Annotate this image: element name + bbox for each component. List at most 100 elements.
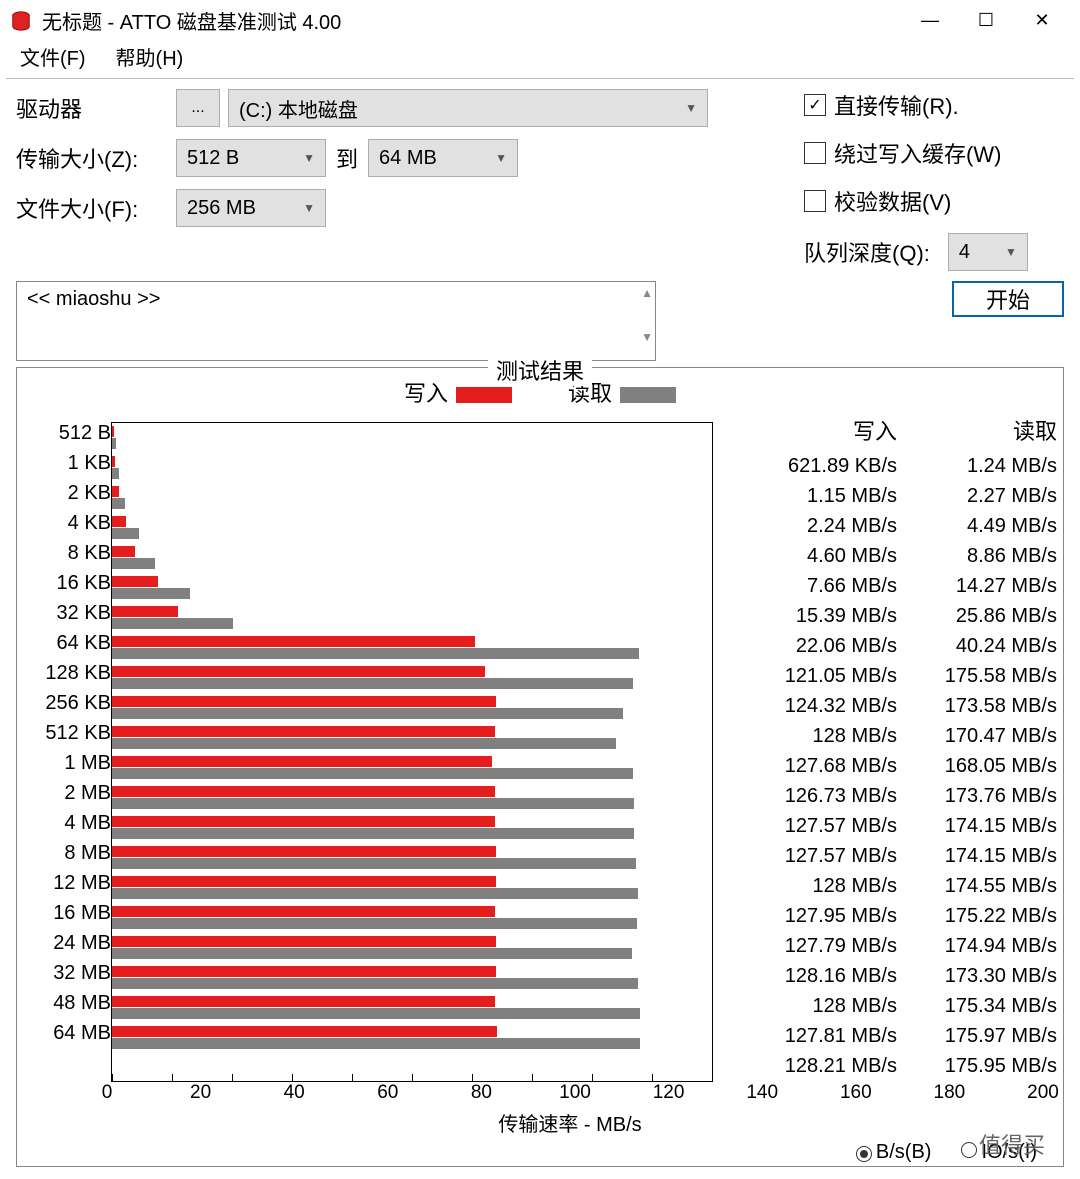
write-bar [112, 756, 492, 767]
read-bar [112, 978, 638, 989]
y-tick-label: 4 MB [27, 812, 111, 842]
minimize-button[interactable]: — [902, 1, 958, 41]
read-value: 175.34 MB/s [897, 992, 1057, 1022]
y-tick-label: 24 MB [27, 932, 111, 962]
read-bar [112, 858, 636, 869]
bypass-cache-checkbox[interactable]: 绕过写入缓存(W) [804, 137, 1064, 169]
direct-io-checkbox[interactable]: ✓直接传输(R). [804, 89, 1064, 121]
bar-row [112, 423, 712, 453]
bar-row [112, 483, 712, 513]
write-swatch [456, 387, 512, 403]
menu-help[interactable]: 帮助(H) [116, 42, 184, 71]
write-value: 127.57 MB/s [727, 842, 897, 872]
write-bar [112, 426, 114, 437]
drive-select[interactable]: (C:) 本地磁盘▼ [228, 89, 708, 127]
transfer-size-from[interactable]: 512 B▼ [176, 139, 326, 177]
write-value: 22.06 MB/s [727, 632, 897, 662]
y-tick-label: 48 MB [27, 992, 111, 1022]
read-bar [112, 888, 638, 899]
description-textarea[interactable]: << miaoshu >> ▲▼ [16, 281, 656, 361]
menu-file[interactable]: 文件(F) [20, 42, 86, 71]
units-bs-radio[interactable]: B/s(B) [856, 1141, 932, 1164]
write-bar [112, 666, 485, 677]
read-bar [112, 1038, 640, 1049]
read-bar [112, 558, 155, 569]
y-tick-label: 1 MB [27, 752, 111, 782]
read-bar [112, 588, 190, 599]
scroll-down-icon[interactable]: ▼ [641, 330, 653, 344]
bar-row [112, 873, 712, 903]
bar-row [112, 603, 712, 633]
browse-button[interactable]: ... [176, 89, 220, 127]
y-tick-label: 32 KB [27, 602, 111, 632]
write-value: 128.16 MB/s [727, 962, 897, 992]
x-tick-label: 200 [1027, 1082, 1059, 1104]
read-value: 170.47 MB/s [897, 722, 1057, 752]
read-bar [112, 1008, 640, 1019]
bar-row [112, 753, 712, 783]
write-value: 128 MB/s [727, 722, 897, 752]
close-button[interactable]: ✕ [1014, 1, 1070, 41]
write-value: 128 MB/s [727, 992, 897, 1022]
read-col-header: 读取 [897, 414, 1057, 452]
bar-row [112, 663, 712, 693]
titlebar[interactable]: 无标题 - ATTO 磁盘基准测试 4.00 — ☐ ✕ [0, 0, 1080, 41]
y-tick-label: 4 KB [27, 512, 111, 542]
y-tick-label: 2 KB [27, 482, 111, 512]
y-tick-label: 64 KB [27, 632, 111, 662]
bar-row [112, 993, 712, 1023]
x-tick-label: 160 [840, 1082, 872, 1104]
x-tick-label: 20 [190, 1082, 211, 1104]
y-tick-label: 16 KB [27, 572, 111, 602]
scroll-up-icon[interactable]: ▲ [641, 286, 653, 300]
transfer-size-to[interactable]: 64 MB▼ [368, 139, 518, 177]
read-bar [112, 828, 634, 839]
chevron-down-icon: ▼ [1005, 245, 1017, 259]
write-bar [112, 966, 496, 977]
y-tick-label: 12 MB [27, 872, 111, 902]
queue-depth-select[interactable]: 4▼ [948, 233, 1028, 271]
read-swatch [620, 387, 676, 403]
bar-row [112, 633, 712, 663]
file-size-label: 文件大小(F): [16, 192, 176, 224]
x-axis-title: 传输速率 - MB/s [83, 1108, 1057, 1137]
file-size-select[interactable]: 256 MB▼ [176, 189, 326, 227]
maximize-button[interactable]: ☐ [958, 1, 1014, 41]
write-bar [112, 876, 496, 887]
y-tick-label: 8 KB [27, 542, 111, 572]
write-value: 127.81 MB/s [727, 1022, 897, 1052]
read-value: 168.05 MB/s [897, 752, 1057, 782]
read-bar [112, 708, 623, 719]
read-value: 174.15 MB/s [897, 842, 1057, 872]
bar-row [112, 813, 712, 843]
write-bar [112, 816, 495, 827]
write-value: 124.32 MB/s [727, 692, 897, 722]
bar-row [112, 543, 712, 573]
y-tick-label: 8 MB [27, 842, 111, 872]
chart-y-labels: 512 B1 KB2 KB4 KB8 KB16 KB32 KB64 KB128 … [27, 414, 111, 1082]
start-button[interactable]: 开始 [952, 281, 1064, 317]
x-tick-label: 180 [934, 1082, 966, 1104]
y-tick-label: 64 MB [27, 1022, 111, 1052]
read-value: 8.86 MB/s [897, 542, 1057, 572]
read-bar [112, 678, 633, 689]
y-tick-label: 2 MB [27, 782, 111, 812]
bar-row [112, 693, 712, 723]
read-value: 175.22 MB/s [897, 902, 1057, 932]
chevron-down-icon: ▼ [685, 101, 697, 115]
bar-row [112, 933, 712, 963]
bar-row [112, 453, 712, 483]
queue-depth-label: 队列深度(Q): [804, 236, 930, 268]
write-bar [112, 456, 115, 467]
write-value: 621.89 KB/s [727, 452, 897, 482]
read-value: 40.24 MB/s [897, 632, 1057, 662]
x-tick-label: 40 [284, 1082, 305, 1104]
chevron-down-icon: ▼ [303, 201, 315, 215]
x-tick-label: 140 [746, 1082, 778, 1104]
write-value: 1.15 MB/s [727, 482, 897, 512]
write-value: 128 MB/s [727, 872, 897, 902]
write-bar [112, 786, 495, 797]
read-bar [112, 918, 637, 929]
verify-data-checkbox[interactable]: 校验数据(V) [804, 185, 1064, 217]
read-value: 14.27 MB/s [897, 572, 1057, 602]
